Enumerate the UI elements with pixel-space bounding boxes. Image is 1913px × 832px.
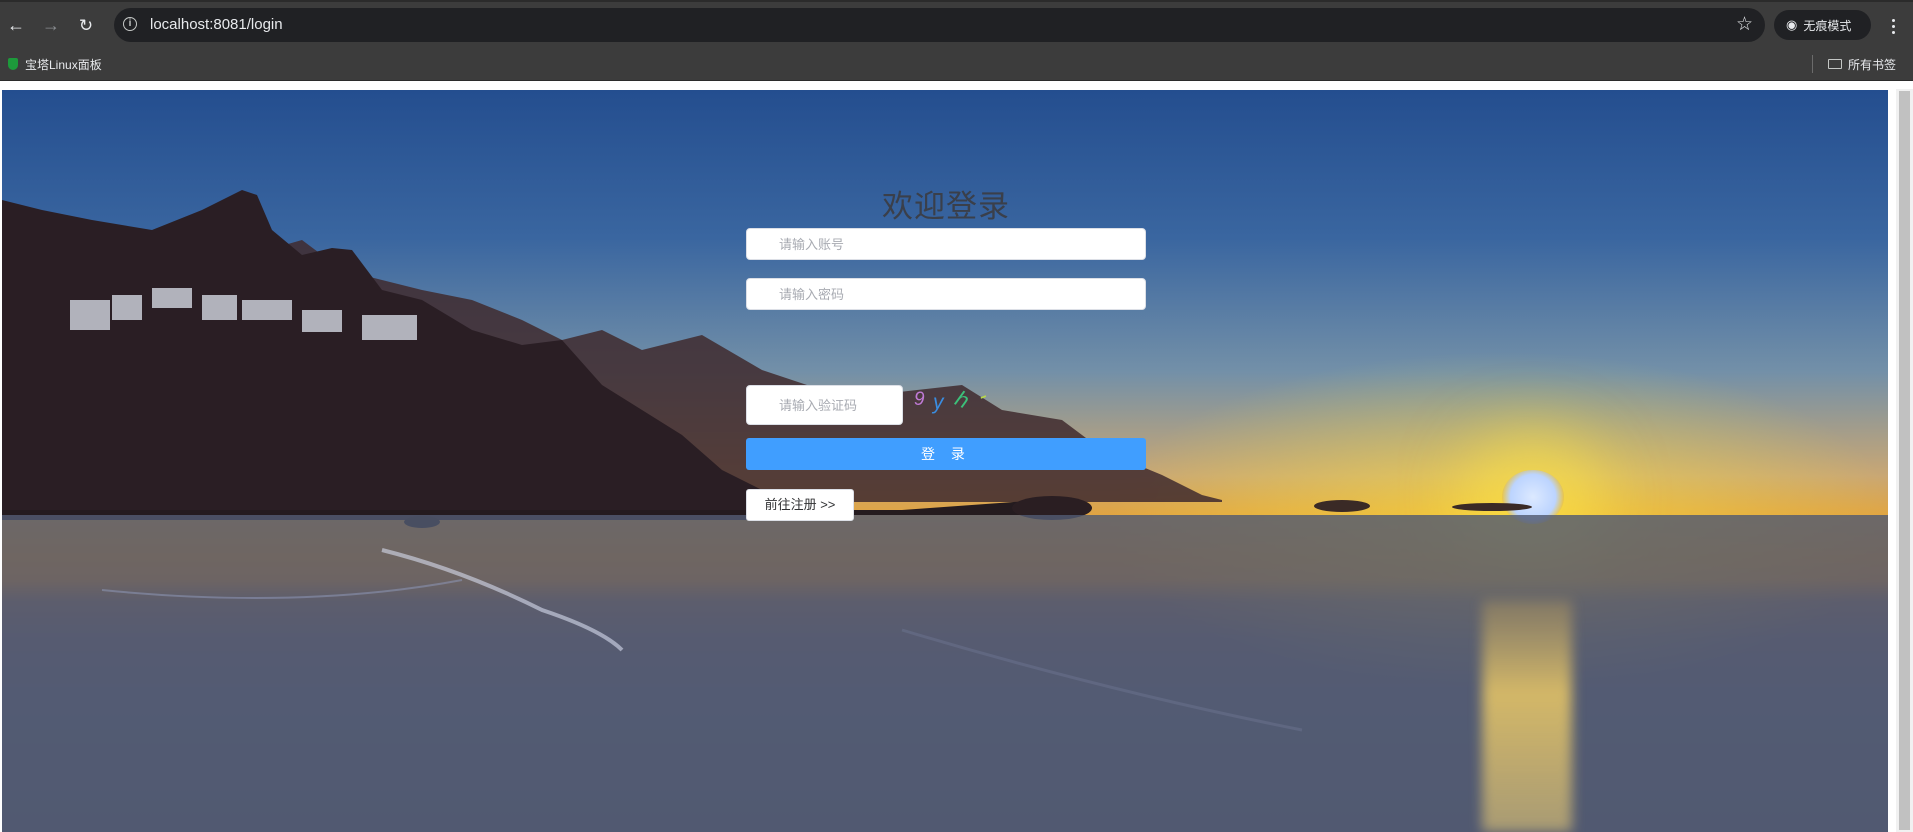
forward-icon[interactable]: → — [38, 12, 64, 38]
page-title: 欢迎登录 — [882, 189, 1010, 224]
incognito-label: 无痕模式 — [1803, 18, 1852, 33]
captcha-char: 9 — [914, 389, 925, 410]
captcha-input[interactable] — [747, 386, 902, 424]
address-bar-url[interactable]: localhost:8081/login — [150, 16, 283, 33]
reload-icon[interactable]: ↻ — [73, 12, 99, 38]
captcha-char: - — [974, 382, 991, 409]
captcha-char: h — [951, 385, 974, 414]
incognito-button[interactable]: ◉ 无痕模式 — [1774, 10, 1871, 40]
all-bookmarks-label: 所有书签 — [1848, 57, 1897, 72]
bookmark-star-icon[interactable]: ☆ — [1736, 13, 1753, 36]
login-button[interactable]: 登 录 — [746, 438, 1146, 470]
page-viewport: 欢迎登录 9 y h - 登 录 前往注册 >> — [0, 81, 1913, 832]
bookmarks-divider — [1812, 55, 1813, 73]
all-bookmarks-button[interactable]: 所有书签 — [1828, 55, 1896, 73]
sun-reflection — [1482, 600, 1572, 832]
page-scrollbar[interactable] — [1896, 89, 1913, 832]
go-register-button[interactable]: 前往注册 >> — [746, 489, 854, 521]
baota-shield-icon — [8, 58, 18, 70]
back-icon[interactable]: ← — [3, 12, 29, 38]
password-input[interactable] — [747, 279, 1145, 309]
account-field[interactable] — [746, 228, 1146, 260]
account-input[interactable] — [747, 229, 1145, 259]
site-info-icon[interactable]: i — [123, 17, 137, 31]
captcha-image[interactable]: 9 y h - — [912, 381, 1002, 417]
incognito-icon: ◉ — [1786, 17, 1798, 32]
captcha-field[interactable] — [746, 385, 903, 425]
bookmark-item-baota[interactable]: 宝塔Linux面板 — [8, 55, 102, 73]
bookmarks-bar: 宝塔Linux面板 所有书签 — [0, 47, 1913, 81]
browser-toolbar: ← → ↻ i localhost:8081/login ☆ ◉ 无痕模式 — [0, 0, 1913, 47]
browser-menu-icon[interactable] — [1883, 14, 1903, 38]
scrollbar-thumb[interactable] — [1899, 91, 1910, 830]
password-field[interactable] — [746, 278, 1146, 310]
bookmark-label: 宝塔Linux面板 — [25, 57, 102, 72]
folder-icon — [1828, 59, 1842, 69]
captcha-char: y — [933, 391, 944, 414]
address-bar[interactable]: i localhost:8081/login ☆ — [114, 8, 1765, 42]
